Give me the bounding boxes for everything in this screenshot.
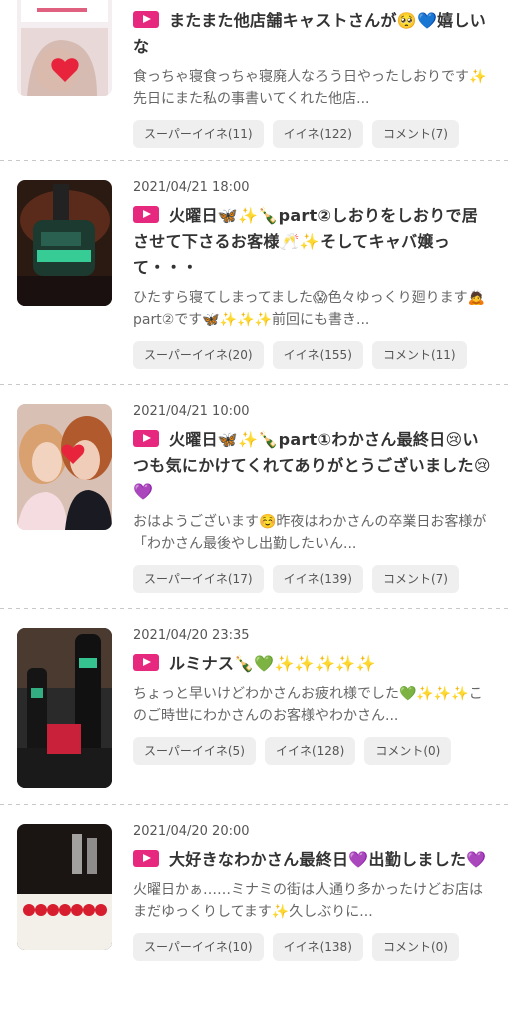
blog-feed: またまた他店舗キャストさんが🥺💙嬉しいな 食っちゃ寝食っちゃ寝廃人なろう日やった… [0, 0, 509, 1028]
like-button[interactable]: イイネ(155) [272, 341, 363, 369]
post-excerpt: ちょっと早いけどわかさんお疲れ様でした💚✨✨✨このご時世にわかさんのお客様やわか… [133, 686, 483, 724]
super-like-button[interactable]: スーパーイイネ(5) [133, 737, 256, 765]
post-thumbnail[interactable] [17, 180, 112, 306]
reaction-buttons: スーパーイイネ(17) イイネ(139) コメント(7) [133, 565, 491, 595]
post-title[interactable]: 火曜日🦋✨🍾part②しおりをしおりで居させて下さるお客様🥂✨そしてキャバ嬢って… [133, 203, 491, 281]
post-excerpt: ひたすら寝てしまってました😱色々ゆっくり廻ります🙇part②です🦋✨✨✨前回にも… [133, 290, 486, 328]
like-button[interactable]: イイネ(122) [272, 120, 363, 148]
video-play-icon [133, 850, 159, 867]
post-thumbnail[interactable] [17, 404, 112, 530]
post-date: 2021/04/21 10:00 [133, 404, 250, 419]
post-excerpt: 火曜日かぁ……ミナミの街は人通り多かったけどお店はまだゆっくりしてます✨久しぶり… [133, 882, 483, 920]
blog-post[interactable]: 2021/04/21 18:00 火曜日🦋✨🍾part②しおりをしおりで居させて… [0, 162, 509, 384]
like-button[interactable]: イイネ(138) [272, 933, 363, 961]
post-date: 2021/04/20 23:35 [133, 628, 250, 643]
comment-button[interactable]: コメント(7) [371, 120, 459, 148]
blog-post[interactable]: またまた他店舗キャストさんが🥺💙嬉しいな 食っちゃ寝食っちゃ寝廃人なろう日やった… [0, 0, 509, 160]
blog-post[interactable]: 2021/04/20 20:00 大好きなわかさん最終日💜出勤しました💜 火曜日… [0, 806, 509, 1028]
post-thumbnail[interactable] [17, 628, 112, 788]
post-date: 2021/04/20 20:00 [133, 824, 250, 839]
super-like-button[interactable]: スーパーイイネ(20) [133, 341, 264, 369]
reaction-buttons: スーパーイイネ(5) イイネ(128) コメント(0) [133, 737, 491, 767]
video-play-icon [133, 430, 159, 447]
super-like-button[interactable]: スーパーイイネ(11) [133, 120, 264, 148]
post-excerpt: 食っちゃ寝食っちゃ寝廃人なろう日やったしおりです✨先日にまた私の事書いてくれた他… [133, 69, 487, 107]
comment-button[interactable]: コメント(0) [371, 933, 459, 961]
video-play-icon [133, 11, 159, 28]
reaction-buttons: スーパーイイネ(10) イイネ(138) コメント(0) [133, 933, 491, 963]
super-like-button[interactable]: スーパーイイネ(17) [133, 565, 264, 593]
like-button[interactable]: イイネ(139) [272, 565, 363, 593]
post-title[interactable]: 火曜日🦋✨🍾part①わかさん最終日😢いつも気にかけてくれてありがとうございまし… [133, 427, 491, 505]
post-excerpt: おはようございます☺️昨夜はわかさんの卒業日お客様が「わかさん最後やし出勤したい… [133, 514, 487, 552]
post-title[interactable]: 大好きなわかさん最終日💜出勤しました💜 [133, 847, 491, 873]
comment-button[interactable]: コメント(0) [364, 737, 452, 765]
comment-button[interactable]: コメント(11) [371, 341, 467, 369]
comment-button[interactable]: コメント(7) [371, 565, 459, 593]
reaction-buttons: スーパーイイネ(20) イイネ(155) コメント(11) [133, 341, 491, 371]
post-title[interactable]: ルミナス🍾💚✨✨✨✨✨ [133, 651, 491, 677]
video-play-icon [133, 654, 159, 671]
blog-post[interactable]: 2021/04/21 10:00 火曜日🦋✨🍾part①わかさん最終日😢いつも気… [0, 386, 509, 608]
reaction-buttons: スーパーイイネ(11) イイネ(122) コメント(7) [133, 120, 491, 150]
video-play-icon [133, 206, 159, 223]
like-button[interactable]: イイネ(128) [264, 737, 356, 765]
post-title[interactable]: またまた他店舗キャストさんが🥺💙嬉しいな [133, 8, 491, 60]
blog-post[interactable]: 2021/04/20 23:35 ルミナス🍾💚✨✨✨✨✨ ちょっと早いけどわかさ… [0, 610, 509, 804]
post-date: 2021/04/21 18:00 [133, 180, 250, 195]
super-like-button[interactable]: スーパーイイネ(10) [133, 933, 264, 961]
post-thumbnail[interactable] [17, 824, 112, 950]
post-thumbnail[interactable] [17, 0, 112, 96]
